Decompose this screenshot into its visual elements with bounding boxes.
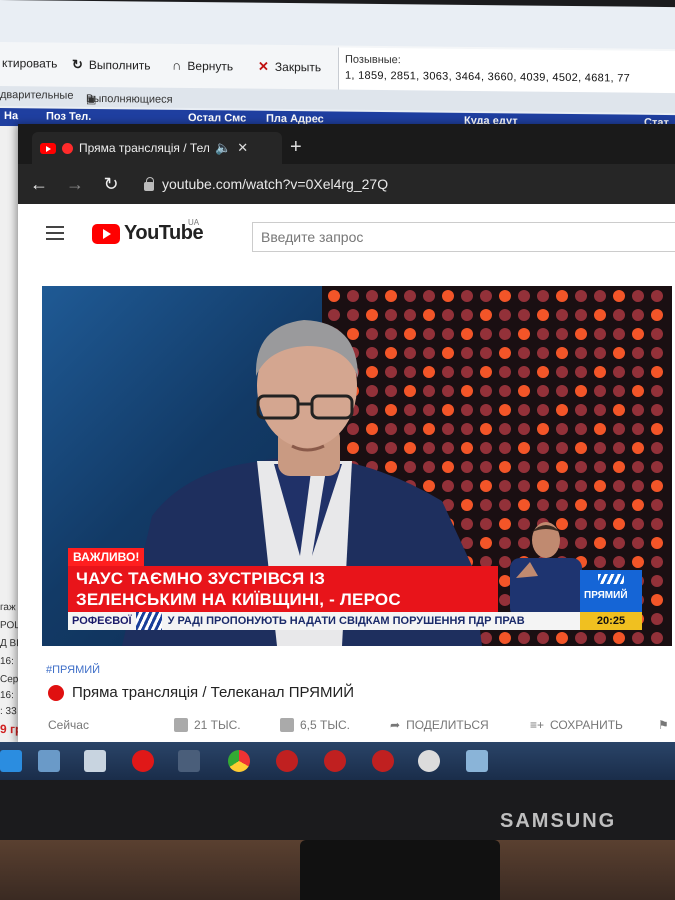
close-label: Закрыть: [274, 59, 322, 75]
revert-label: Вернуть: [187, 58, 234, 73]
dislike-button[interactable]: 6,5 ТЫС.: [280, 718, 350, 732]
hamburger-menu-icon[interactable]: [46, 226, 64, 240]
close-button[interactable]: ✕ Закрыть: [258, 59, 321, 76]
url-text: youtube.com/watch?v=0Xel4rg_27Q: [162, 176, 389, 192]
reload-icon[interactable]: ↻: [102, 174, 120, 195]
live-indicator-icon: [48, 684, 64, 701]
region-code: UA: [188, 218, 200, 227]
app-icon[interactable]: [276, 750, 298, 772]
forward-arrow-icon[interactable]: →: [66, 174, 84, 195]
search-input[interactable]: Введите запрос: [252, 222, 675, 252]
share-arrow-icon: ➦: [390, 718, 401, 732]
share-label: ПОДЕЛИТЬСЯ: [406, 718, 489, 732]
save-label: СОХРАНИТЬ: [550, 718, 623, 732]
published-time: Сейчас: [48, 718, 89, 732]
dislike-count: 6,5 ТЫС.: [300, 718, 350, 732]
column-header[interactable]: Ha: [4, 110, 18, 122]
youtube-logo[interactable]: YouTube: [92, 222, 204, 245]
speaker-icon[interactable]: 🔈: [215, 140, 231, 156]
revert-button[interactable]: ∩ Вернуть: [172, 58, 233, 74]
headline-box: ЧАУС ТАЄМНО ЗУСТРІВСЯ ІЗ ЗЕЛЕНСЬКИМ НА К…: [68, 566, 498, 612]
left-text-fragment: 16:: [0, 656, 14, 668]
video-title-row: Пряма трансляція / Телеканал ПРЯМИЙ: [48, 684, 354, 701]
like-count: 21 ТЫС.: [194, 718, 241, 732]
headline-line-2: ЗЕЛЕНСЬКИМ НА КИЇВЩИНІ, - ЛЕРОС: [76, 590, 401, 609]
edit-button[interactable]: ктировать: [2, 56, 57, 71]
video-stats-row: Сейчас 21 ТЫС. 6,5 ТЫС. ➦ ПОДЕЛИТЬСЯ ≡+ …: [48, 716, 675, 738]
lock-icon: [144, 176, 154, 191]
url-field[interactable]: youtube.com/watch?v=0Xel4rg_27Q: [144, 176, 388, 192]
start-icon[interactable]: [0, 750, 22, 772]
monitor-stand: [300, 840, 500, 900]
monitor-brand-logo: SAMSUNG: [500, 810, 617, 832]
close-tab-icon[interactable]: ✕: [237, 140, 248, 156]
news-ticker: РОФЕЄВОЇ У РАДІ ПРОПОНУЮТЬ НАДАТИ СВІДКА…: [68, 612, 608, 630]
callsigns-label: Позывные:: [345, 53, 401, 67]
save-button[interactable]: ≡+ СОХРАНИТЬ: [530, 718, 623, 732]
thumbs-down-icon: [280, 718, 294, 732]
video-title: Пряма трансляція / Телеканал ПРЯМИЙ: [72, 684, 355, 701]
left-text-fragment: 16:: [0, 690, 14, 702]
channel-name: ПРЯМИЙ: [584, 590, 628, 601]
document-icon[interactable]: [84, 750, 106, 772]
youtube-header: YouTube UA Введите запрос: [18, 204, 675, 268]
like-button[interactable]: 21 ТЫС.: [174, 718, 241, 732]
back-arrow-icon[interactable]: ←: [30, 174, 48, 195]
ticker-text: У РАДІ ПРОПОНУЮТЬ НАДАТИ СВІДКАМ ПОРУШЕН…: [167, 615, 525, 627]
explorer-icon[interactable]: [38, 750, 60, 772]
app-icon[interactable]: [372, 750, 394, 772]
opera-browser-icon[interactable]: [132, 750, 154, 772]
taskbar: [0, 742, 675, 780]
close-icon: ✕: [258, 58, 269, 74]
news-lower-third: ВАЖЛИВО! ЧАУС ТАЄМНО ЗУСТРІВСЯ ІЗ ЗЕЛЕНС…: [68, 548, 672, 646]
left-text-fragment: гаж: [0, 602, 16, 614]
column-header[interactable]: Остал Смс: [188, 112, 246, 125]
media-player-icon[interactable]: [418, 750, 440, 772]
broadcast-clock: 20:25: [580, 612, 642, 630]
report-flag-icon[interactable]: ⚑: [658, 718, 669, 732]
column-header[interactable]: Поз Тел.: [46, 110, 91, 122]
ticker-separator-icon: [135, 612, 162, 630]
channel-stripes-icon: [598, 574, 624, 584]
address-bar: ← → ↻ youtube.com/watch?v=0Xel4rg_27Q: [18, 164, 675, 204]
browser-tab[interactable]: Пряма трансляція / Тел 🔈 ✕: [32, 132, 282, 164]
tab-title: Пряма трансляція / Тел: [79, 141, 209, 155]
tab-strip: Пряма трансляція / Тел 🔈 ✕ +: [18, 124, 675, 164]
tab-executing-label: Выполняющиеся: [86, 92, 173, 106]
left-text-fragment: : 33: [0, 706, 17, 718]
breaking-tag: ВАЖЛИВО!: [68, 548, 145, 566]
callsigns-value: 1, 1859, 2851, 3063, 3464, 3660, 4039, 4…: [345, 69, 631, 85]
channel-logo: ПРЯМИЙ: [580, 570, 642, 612]
recording-dot-icon: [62, 142, 73, 154]
refresh-icon: ↻: [72, 56, 83, 72]
edit-label: ктировать: [2, 56, 58, 71]
video-player[interactable]: ВАЖЛИВО! ЧАУС ТАЄМНО ЗУСТРІВСЯ ІЗ ЗЕЛЕНС…: [42, 286, 672, 646]
new-tab-button[interactable]: +: [290, 136, 302, 159]
youtube-favicon-icon: [40, 142, 56, 154]
playlist-add-icon: ≡+: [530, 718, 545, 732]
share-button[interactable]: ➦ ПОДЕЛИТЬСЯ: [390, 718, 489, 732]
chrome-browser-icon[interactable]: [228, 750, 250, 772]
search-placeholder: Введите запрос: [261, 229, 364, 245]
image-viewer-icon[interactable]: [466, 750, 488, 772]
ticker-left-text: РОФЕЄВОЇ: [72, 615, 132, 627]
undo-icon: ∩: [172, 57, 182, 73]
app-icon[interactable]: [324, 750, 346, 772]
youtube-play-icon: [92, 223, 120, 244]
headline-line-1: ЧАУС ТАЄМНО ЗУСТРІВСЯ ІЗ: [76, 569, 326, 588]
video-hashtag[interactable]: #ПРЯМИЙ: [46, 664, 100, 676]
execute-button[interactable]: ↻ Выполнить: [72, 57, 151, 74]
tab-preliminary[interactable]: дварительные: [0, 89, 73, 102]
media-icon[interactable]: [178, 750, 200, 772]
browser-window: Пряма трансляція / Тел 🔈 ✕ + ← → ↻ youtu…: [18, 124, 675, 744]
thumbs-up-icon: [174, 718, 188, 732]
left-text-fragment: Сер: [0, 674, 19, 686]
execute-label: Выполнить: [88, 57, 151, 73]
